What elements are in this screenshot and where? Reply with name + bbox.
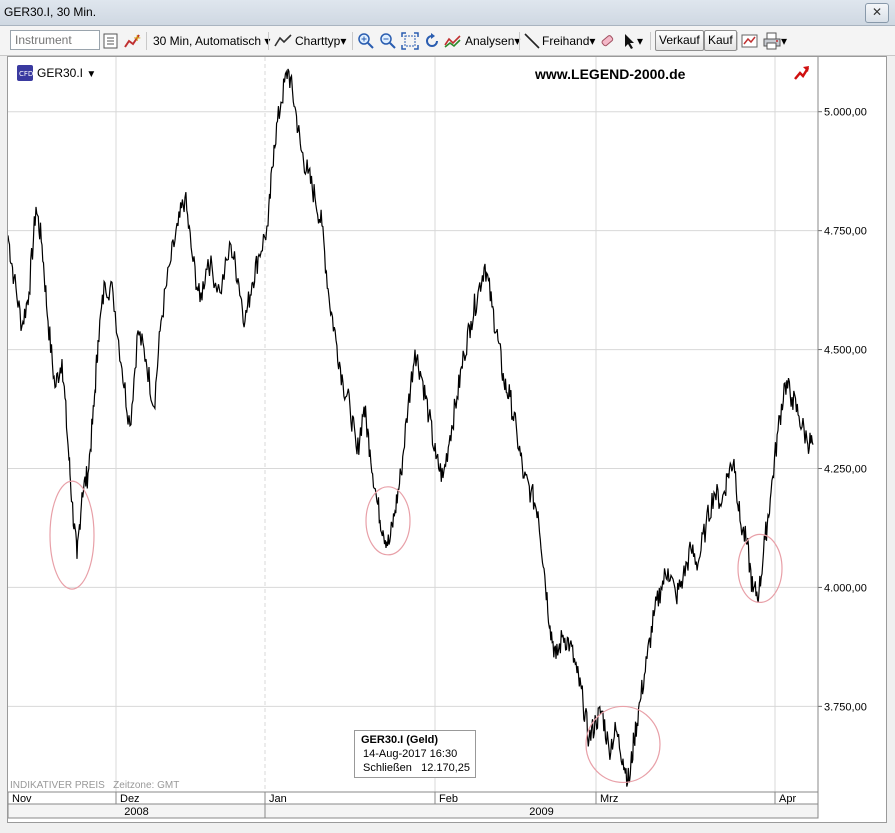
annotation-ellipse xyxy=(49,480,95,590)
trend-arrow-icon xyxy=(794,65,810,84)
y-tick-label: 4.250,00 xyxy=(824,464,867,476)
analysen-icon[interactable] xyxy=(444,32,462,50)
analysen-menu[interactable]: Analysen▾ xyxy=(465,31,520,51)
freehand-line-icon[interactable] xyxy=(523,32,541,50)
y-tick-label: 5.000,00 xyxy=(824,107,867,119)
price-tooltip: GER30.I (Geld) 14-Aug-2017 16:30 Schließ… xyxy=(354,730,476,778)
charttype-menu[interactable]: Charttyp▾ xyxy=(295,31,346,51)
tooltip-datetime: 14-Aug-2017 16:30 xyxy=(363,748,458,760)
y-tick-label: 4.750,00 xyxy=(824,226,867,238)
instrument-list-icon[interactable] xyxy=(102,32,120,50)
freihand-menu[interactable]: Freihand▾ xyxy=(542,31,595,51)
month-label: Mrz xyxy=(600,793,618,805)
refresh-icon[interactable] xyxy=(423,32,441,50)
month-label: Apr xyxy=(779,793,796,805)
chart-window-icon[interactable] xyxy=(741,32,759,50)
chevron-down-icon: ▾ xyxy=(589,34,596,48)
symbol-label: GER30.I xyxy=(37,66,84,80)
toolbar-separator xyxy=(146,32,147,50)
chevron-down-icon[interactable]: ▾ xyxy=(637,31,643,51)
add-instrument-icon[interactable]: + xyxy=(123,32,141,50)
close-button[interactable]: ✕ xyxy=(865,3,889,23)
toolbar-separator xyxy=(737,32,738,50)
analysen-label: Analysen xyxy=(465,34,515,48)
window-title: GER30.I, 30 Min. xyxy=(4,5,97,19)
month-label: Jan xyxy=(269,793,287,805)
zoom-out-icon[interactable] xyxy=(379,32,397,50)
y-tick-label: 4.000,00 xyxy=(824,582,867,594)
month-label: Dez xyxy=(120,793,140,805)
toolbar-separator xyxy=(352,32,353,50)
eraser-icon[interactable] xyxy=(598,32,616,50)
chevron-down-icon: ▾ xyxy=(340,34,347,48)
symbol-selector[interactable]: GER30.I ▼ xyxy=(37,66,96,80)
svg-text:+: + xyxy=(133,33,141,44)
tooltip-close-value: 12.170,25 xyxy=(421,762,471,774)
charttype-label: Charttyp xyxy=(295,34,341,48)
tooltip-close-row: Schließen 12.170,25 xyxy=(361,761,471,775)
month-label: Feb xyxy=(439,793,458,805)
tooltip-title: GER30.I (Geld) xyxy=(361,734,439,746)
chevron-down-icon[interactable]: ▾ xyxy=(781,31,787,51)
price-line xyxy=(8,68,814,787)
y-tick-label: 4.500,00 xyxy=(824,345,867,357)
annotation-ellipse xyxy=(585,705,661,784)
chart-panel[interactable]: 5.000,00 4.750,00 4.500,00 4.250,00 4.000,00… xyxy=(7,56,887,823)
interval-selector[interactable]: 30 Min, Automatisch ▾ xyxy=(153,31,270,51)
year-label: 2008 xyxy=(124,806,148,818)
chart-toolbar: + 30 Min, Automatisch ▾ Charttyp▾ Analys… xyxy=(0,26,895,56)
indicative-price-note: INDIKATIVER PREIS Zeitzone: GMT xyxy=(10,780,180,791)
charttype-icon[interactable] xyxy=(274,32,292,50)
year-label: 2009 xyxy=(529,806,553,818)
interval-label: 30 Min, xyxy=(153,34,193,48)
month-label: Nov xyxy=(12,793,32,805)
mode-label: Automatisch xyxy=(195,34,262,48)
print-icon[interactable] xyxy=(763,32,781,50)
toolbar-separator xyxy=(650,32,651,50)
watermark-text: www.LEGEND-2000.de xyxy=(535,66,686,82)
cursor-icon[interactable] xyxy=(620,32,638,50)
instrument-input[interactable] xyxy=(10,30,100,50)
window-titlebar: GER30.I, 30 Min. ✕ xyxy=(0,0,895,26)
tooltip-close-label: Schließen xyxy=(363,762,412,774)
zoom-in-icon[interactable] xyxy=(357,32,375,50)
toolbar-separator xyxy=(519,32,520,50)
verkauf-button[interactable]: Verkauf xyxy=(655,30,704,51)
toolbar-separator xyxy=(268,32,269,50)
fit-chart-icon[interactable] xyxy=(401,32,419,50)
y-tick-label: 3.750,00 xyxy=(824,701,867,713)
kauf-button[interactable]: Kauf xyxy=(704,30,737,51)
chevron-down-icon: ▼ xyxy=(86,69,97,80)
freihand-label: Freihand xyxy=(542,34,590,48)
svg-text:CFD: CFD xyxy=(19,70,33,78)
cfd-icon: CFD xyxy=(17,65,33,84)
price-chart[interactable]: 5.000,00 4.750,00 4.500,00 4.250,00 4.000,00… xyxy=(8,57,886,822)
